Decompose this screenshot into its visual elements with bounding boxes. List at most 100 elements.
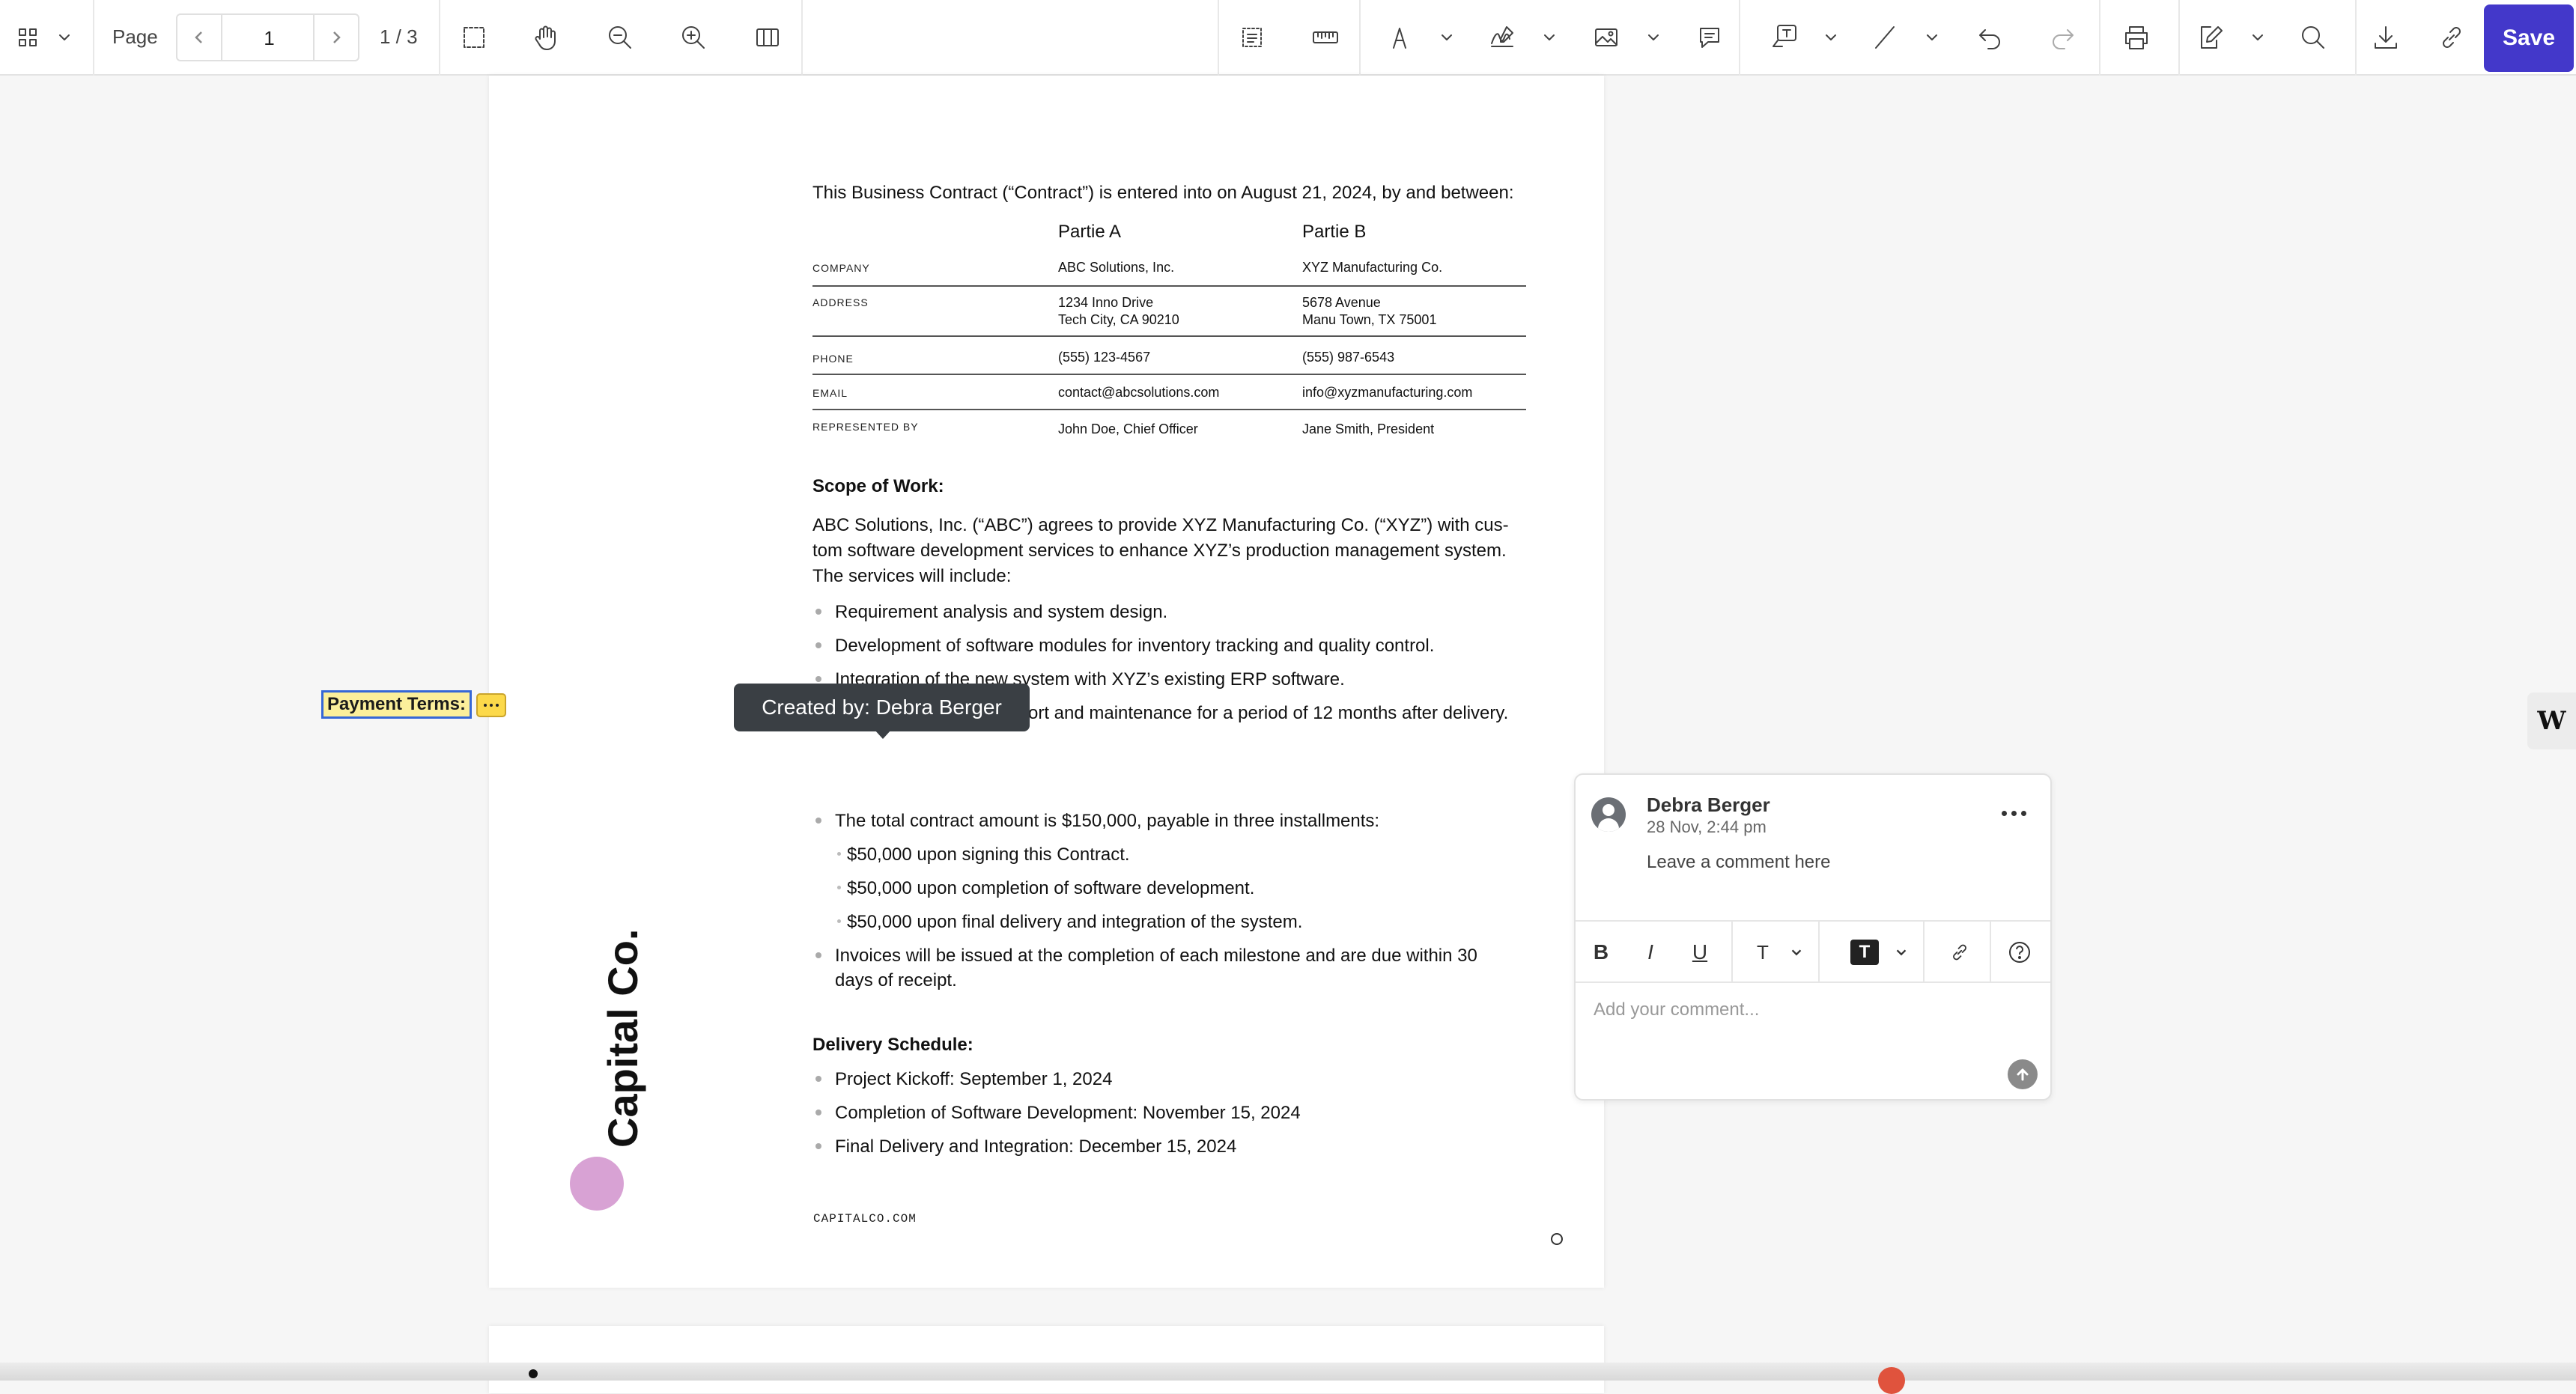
page-label: Page (112, 25, 158, 48)
toolbar-divider (93, 0, 94, 76)
line-dropdown[interactable] (1919, 13, 1945, 61)
format-divider (1731, 922, 1733, 981)
toolbar-divider (1739, 0, 1740, 76)
comment-marker-icon[interactable] (476, 693, 506, 717)
zoom-in-button[interactable] (667, 13, 720, 61)
contract-intro: This Business Contract (“Contract”) is e… (812, 183, 1514, 203)
text-callout-icon (1772, 25, 1796, 47)
party-b-company: XYZ Manufacturing Co. (1302, 260, 1443, 275)
pen-draw-icon (1393, 28, 1406, 49)
table-row-label: PHONE (812, 353, 854, 365)
signature-icon (1491, 26, 1513, 47)
pen-tool-button[interactable] (1373, 13, 1426, 61)
line-tool-button[interactable] (1859, 13, 1911, 61)
measure-button[interactable] (1299, 13, 1352, 61)
bullet (815, 952, 821, 958)
help-icon (2009, 942, 2030, 963)
callout-dropdown[interactable] (1817, 13, 1844, 61)
table-divider (812, 374, 1526, 375)
party-a-representative: John Doe, Chief Officer (1058, 421, 1198, 436)
measure-ruler-icon (1313, 31, 1338, 43)
scope-item: ort and maintenance for a period of 12 m… (1028, 703, 1509, 723)
text-callout-button[interactable] (1758, 13, 1810, 61)
pen-tool-dropdown[interactable] (1433, 13, 1460, 61)
text-color-dropdown[interactable] (1890, 934, 1913, 971)
zoom-out-button[interactable] (594, 13, 646, 61)
text-color-button[interactable]: T (1850, 940, 1879, 965)
italic-button[interactable]: I (1635, 934, 1665, 971)
payment-item-continued: days of receipt. (835, 970, 957, 990)
table-row-label: REPRESENTED BY (812, 421, 919, 433)
chevron-down-icon (1826, 34, 1836, 40)
delivery-item: Project Kickoff: September 1, 2024 (835, 1069, 1113, 1089)
send-comment-button[interactable] (2008, 1059, 2038, 1089)
comment-button[interactable] (1683, 13, 1736, 61)
form-field-button[interactable] (1226, 13, 1278, 61)
party-b-address-line1: 5678 Avenue (1302, 295, 1381, 310)
party-b-representative: Jane Smith, President (1302, 421, 1435, 436)
toolbar-divider (801, 0, 803, 76)
chevron-left-icon (195, 31, 202, 43)
previous-page-button[interactable] (177, 15, 222, 60)
edit-button[interactable] (2184, 13, 2237, 61)
more-options-icon[interactable] (1995, 802, 2032, 824)
zoom-out-icon (609, 26, 631, 49)
chevron-down-icon (2253, 34, 2263, 40)
delivery-item: Completion of Software Development: Nove… (835, 1103, 1301, 1123)
bullet (815, 1076, 821, 1082)
page-footer: CAPITALCO.COM (813, 1212, 917, 1226)
edit-dropdown[interactable] (2244, 13, 2271, 61)
view-options-dropdown[interactable] (51, 13, 78, 61)
grid-view-button[interactable] (1, 13, 54, 61)
chevron-down-icon (1544, 34, 1555, 40)
signature-dropdown[interactable] (1536, 13, 1563, 61)
chevron-down-icon (1648, 34, 1659, 40)
chevron-down-icon (1896, 949, 1907, 956)
document-page: This Business Contract (“Contract”) is e… (489, 76, 1604, 1288)
payment-terms-heading-highlight[interactable]: Payment Terms: (321, 690, 472, 719)
print-button[interactable] (2110, 13, 2163, 61)
marquee-select-icon (464, 27, 484, 48)
marquee-select-button[interactable] (448, 13, 500, 61)
page-layout-button[interactable] (741, 13, 794, 61)
page-marker-icon (1551, 1233, 1563, 1245)
undo-icon (1979, 29, 2000, 49)
document-page-2 (489, 1326, 1604, 1393)
bullet (815, 676, 821, 682)
next-page-button[interactable] (313, 15, 358, 60)
copy-link-button[interactable] (2425, 13, 2478, 61)
signature-button[interactable] (1476, 13, 1528, 61)
insert-link-button[interactable] (1945, 934, 1975, 971)
comment-input[interactable] (1592, 994, 2029, 1026)
image-dropdown[interactable] (1640, 13, 1667, 61)
arrow-up-icon (2017, 1068, 2029, 1081)
party-a-company: ABC Solutions, Inc. (1058, 260, 1175, 275)
grid-view-icon (19, 28, 37, 46)
save-button[interactable]: Save (2484, 4, 2574, 72)
help-button[interactable] (2005, 934, 2035, 971)
undo-button[interactable] (1963, 13, 2016, 61)
insert-image-button[interactable] (1580, 13, 1632, 61)
page-number-input[interactable] (222, 15, 316, 61)
chevron-down-icon (1791, 949, 1802, 956)
search-icon (2302, 26, 2324, 49)
payment-terms-heading: Payment Terms: (327, 694, 466, 714)
toolbar-divider (2355, 0, 2357, 76)
chevron-down-icon (1442, 34, 1452, 40)
redo-button[interactable] (2037, 13, 2089, 61)
line-icon (1875, 26, 1895, 49)
side-widget-button[interactable]: W (2527, 693, 2576, 749)
underline-button[interactable]: U (1685, 934, 1715, 971)
pan-tool-button[interactable] (520, 13, 572, 61)
party-b-phone: (555) 987-6543 (1302, 350, 1395, 365)
font-size-dropdown[interactable] (1785, 934, 1808, 971)
table-row-label: ADDRESS (812, 296, 869, 308)
party-a-phone: (555) 123-4567 (1058, 350, 1151, 365)
sub-bullet (837, 852, 841, 856)
party-b-address-line2: Manu Town, TX 75001 (1302, 312, 1437, 327)
download-button[interactable] (2360, 13, 2412, 61)
notification-dot[interactable] (1878, 1367, 1905, 1394)
bold-button[interactable]: B (1586, 934, 1616, 971)
font-size-button[interactable]: T (1748, 934, 1778, 971)
search-button[interactable] (2287, 13, 2339, 61)
